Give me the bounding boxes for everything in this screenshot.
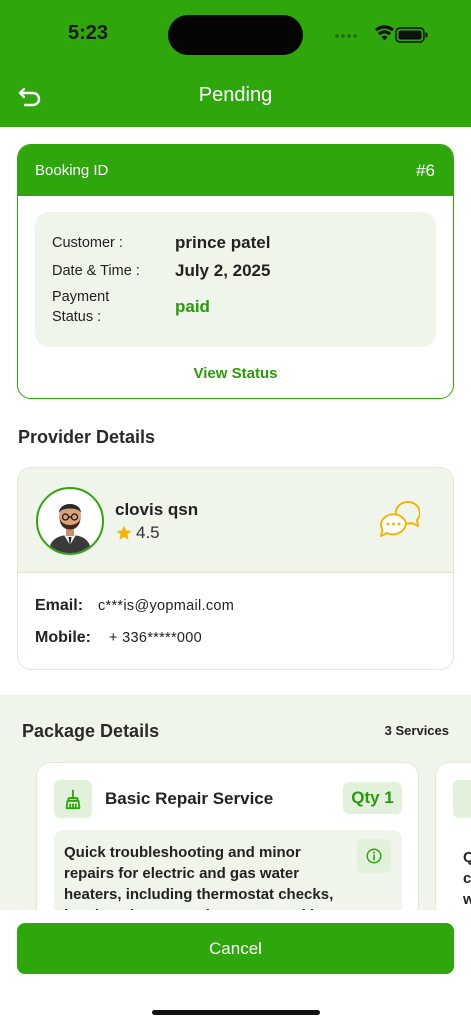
chat-button[interactable] bbox=[378, 500, 420, 540]
services-count: 3 Services bbox=[384, 723, 449, 738]
bottom-action-bar: Cancel bbox=[0, 910, 471, 1024]
chat-dots-icon bbox=[386, 522, 401, 526]
package-section: Package Details 3 Services Basic Repair … bbox=[0, 695, 471, 910]
booking-card-header: Booking ID #6 bbox=[18, 145, 453, 196]
info-button[interactable] bbox=[357, 839, 391, 873]
booking-info-panel: Customer : prince patel Date & Time : Ju… bbox=[35, 212, 436, 347]
email-label: Email: bbox=[35, 597, 84, 614]
qty-badge: Qty 1 bbox=[343, 782, 402, 814]
package-name: Basic Repair Service bbox=[105, 789, 274, 808]
service-icon-box bbox=[453, 780, 471, 818]
chat-bubbles-icon bbox=[379, 500, 420, 537]
package-description: Quick troubleshooting and minor repairs … bbox=[64, 844, 334, 910]
mobile-label: Mobile: bbox=[35, 629, 91, 646]
datetime-label: Date & Time : bbox=[52, 263, 140, 279]
mobile-value[interactable]: + 336*****000 bbox=[109, 630, 202, 646]
star-icon bbox=[116, 525, 132, 540]
provider-summary: clovis qsn 4.5 bbox=[18, 468, 453, 573]
provider-name: clovis qsn bbox=[115, 500, 199, 519]
booking-id-label: Booking ID bbox=[35, 162, 109, 179]
info-icon bbox=[366, 848, 382, 864]
payment-status-label: Payment Status : bbox=[52, 287, 109, 327]
datetime-value: July 2, 2025 bbox=[175, 261, 271, 280]
status-time: 5:23 bbox=[68, 22, 109, 44]
package-description-panel: Quick troubleshooting and minor repairs … bbox=[54, 830, 402, 910]
battery-icon bbox=[395, 27, 428, 43]
service-icon-box bbox=[54, 780, 92, 818]
customer-label: Customer : bbox=[52, 235, 123, 251]
avatar-illustration bbox=[48, 504, 92, 553]
package-section-title: Package Details bbox=[22, 721, 160, 741]
signal-icon bbox=[335, 34, 357, 38]
status-icons bbox=[335, 25, 428, 43]
provider-avatar[interactable] bbox=[36, 487, 104, 555]
booking-id-value: #6 bbox=[416, 160, 435, 180]
wifi-icon bbox=[375, 25, 394, 41]
provider-card: clovis qsn 4.5 Email: c***is@yopmail.com… bbox=[17, 467, 454, 670]
provider-section-title: Provider Details bbox=[18, 427, 156, 447]
payment-label-line1: Payment bbox=[52, 289, 110, 305]
provider-rating: 4.5 bbox=[115, 523, 160, 543]
booking-card: Booking ID #6 Customer : prince patel Da… bbox=[17, 144, 454, 399]
cancel-button[interactable]: Cancel bbox=[17, 923, 454, 974]
email-value[interactable]: c***is@yopmail.com bbox=[98, 598, 234, 614]
home-indicator bbox=[152, 1010, 320, 1015]
broom-icon bbox=[65, 789, 81, 810]
page-title: Pending bbox=[198, 84, 273, 106]
package-card[interactable]: Basic Repair Service Qty 1 Quick trouble… bbox=[36, 762, 419, 910]
payment-label-line2: Status : bbox=[52, 309, 102, 325]
payment-status-value: paid bbox=[175, 297, 210, 316]
view-status-link[interactable]: View Status bbox=[18, 365, 453, 382]
package-next-text: Q c w bbox=[463, 849, 471, 908]
customer-value: prince patel bbox=[175, 233, 271, 252]
dynamic-island bbox=[168, 15, 303, 55]
rating-value: 4.5 bbox=[136, 523, 160, 542]
app-header: 5:23 Pending bbox=[0, 0, 471, 127]
package-card-next[interactable]: Q c w bbox=[435, 762, 471, 910]
